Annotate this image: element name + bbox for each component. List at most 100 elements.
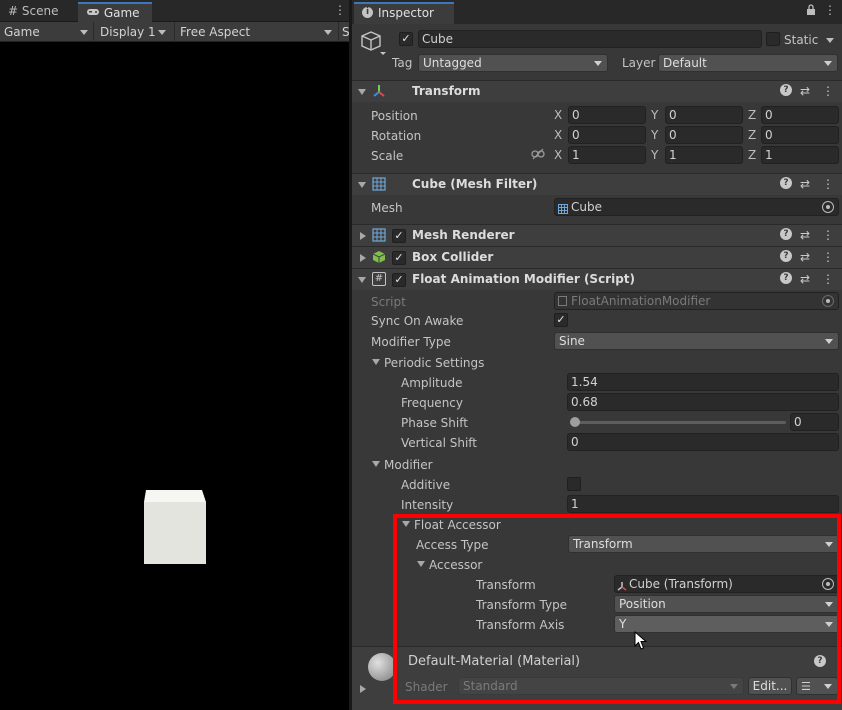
lock-icon[interactable] <box>806 4 816 19</box>
tag-dropdown[interactable]: Untagged <box>418 54 608 72</box>
foldout-arrow-icon[interactable] <box>358 277 366 283</box>
box-collider-header[interactable]: ✓ Box Collider ? ⇄ ⋮ <box>352 246 842 268</box>
position-y-field[interactable]: 0 <box>665 106 743 124</box>
mesh-renderer-title: Mesh Renderer <box>412 228 515 242</box>
phase-shift-slider-track[interactable] <box>570 417 786 427</box>
divider <box>93 22 94 42</box>
tab-scene[interactable]: # Scene <box>0 2 78 22</box>
transform-header[interactable]: Transform ? ⇄ ⋮ <box>352 80 842 102</box>
axis-x-label: X <box>554 148 563 162</box>
more-menu-icon[interactable]: ⋮ <box>822 272 834 286</box>
sync-on-awake-checkbox[interactable]: ✓ <box>554 313 568 327</box>
more-menu-icon[interactable]: ⋮ <box>334 3 346 17</box>
help-icon[interactable]: ? <box>780 84 792 96</box>
axis-x-label: X <box>554 108 563 122</box>
presets-icon[interactable]: ⇄ <box>800 177 810 191</box>
rotation-x-field[interactable]: 0 <box>568 126 646 144</box>
position-x-field[interactable]: 0 <box>568 106 646 124</box>
foldout-arrow-icon[interactable] <box>372 359 380 365</box>
axis-z-label: Z <box>748 128 757 142</box>
frequency-field[interactable]: 0.68 <box>567 393 839 411</box>
phase-shift-field[interactable]: 0 <box>790 413 839 431</box>
scale-y-field[interactable]: 1 <box>665 146 743 164</box>
game-mode-dropdown[interactable]: Game <box>4 24 90 40</box>
grid-icon: # <box>8 4 19 18</box>
modifier-type-dropdown[interactable]: Sine <box>554 332 839 350</box>
foldout-arrow-icon[interactable] <box>358 182 366 188</box>
chevron-down-icon <box>158 30 166 35</box>
static-checkbox[interactable] <box>766 32 780 46</box>
foldout-arrow-icon[interactable] <box>360 232 366 240</box>
presets-icon[interactable]: ⇄ <box>800 272 810 286</box>
help-icon[interactable]: ? <box>780 272 792 284</box>
object-name-field[interactable]: Cube <box>418 30 762 48</box>
layer-label: Layer <box>622 56 656 70</box>
more-menu-icon[interactable]: ⋮ <box>824 3 836 17</box>
rotation-y-field[interactable]: 0 <box>665 126 743 144</box>
mesh-renderer-header[interactable]: ✓ Mesh Renderer ? ⇄ ⋮ <box>352 224 842 246</box>
float-modifier-header[interactable]: # ✓ Float Animation Modifier (Script) ? … <box>352 268 842 290</box>
unlink-icon[interactable] <box>531 148 545 163</box>
help-icon[interactable]: ? <box>780 228 792 240</box>
more-menu-icon[interactable]: ⋮ <box>822 250 834 264</box>
layer-dropdown[interactable]: Default <box>658 54 838 72</box>
script-label: Script <box>371 295 406 309</box>
rotation-label: Rotation <box>371 129 422 143</box>
aspect-dropdown[interactable]: Free Aspect <box>180 24 336 40</box>
additive-checkbox[interactable] <box>567 477 581 491</box>
tab-game[interactable]: Game <box>78 2 152 22</box>
scale-z-field[interactable]: 1 <box>761 146 839 164</box>
phase-shift-slider-thumb[interactable] <box>570 417 580 427</box>
float-modifier-enabled-checkbox[interactable]: ✓ <box>392 273 406 287</box>
help-icon[interactable]: ? <box>780 177 792 189</box>
object-active-checkbox[interactable]: ✓ <box>399 32 413 46</box>
amplitude-label: Amplitude <box>401 376 463 390</box>
material-preview-icon <box>368 653 396 681</box>
more-menu-icon[interactable]: ⋮ <box>822 84 834 98</box>
vertical-shift-field[interactable]: 0 <box>567 433 839 451</box>
more-menu-icon[interactable]: ⋮ <box>822 177 834 191</box>
float-modifier-title: Float Animation Modifier (Script) <box>412 272 636 286</box>
foldout-arrow-icon[interactable] <box>360 685 366 693</box>
mesh-renderer-icon <box>372 228 386 245</box>
chevron-down-icon <box>324 30 332 35</box>
object-picker-icon <box>822 295 834 307</box>
object-picker-icon[interactable] <box>822 201 834 213</box>
inspector-tab-bar: i Inspector ⋮ <box>352 0 842 24</box>
mesh-renderer-enabled-checkbox[interactable]: ✓ <box>392 229 406 243</box>
divider <box>174 22 175 42</box>
axis-z-label: Z <box>748 108 757 122</box>
periodic-settings-label[interactable]: Periodic Settings <box>384 355 484 371</box>
gamepad-icon <box>86 6 104 20</box>
mesh-value: Cube <box>571 200 602 214</box>
foldout-arrow-icon[interactable] <box>372 461 380 467</box>
intensity-field[interactable]: 1 <box>567 495 839 513</box>
foldout-arrow-icon[interactable] <box>360 254 366 262</box>
scale-x-field[interactable]: 1 <box>568 146 646 164</box>
help-icon[interactable]: ? <box>780 250 792 262</box>
presets-icon[interactable]: ⇄ <box>800 228 810 242</box>
box-collider-title: Box Collider <box>412 250 494 264</box>
mesh-label: Mesh <box>371 201 403 215</box>
rotation-z-field[interactable]: 0 <box>761 126 839 144</box>
left-tab-bar: # Scene Game ⋮ <box>0 0 349 22</box>
mesh-object-field[interactable]: Cube <box>554 198 839 216</box>
component-header-icons: ? ⇄ ⋮ <box>780 84 834 100</box>
mesh-filter-header[interactable]: Cube (Mesh Filter) ? ⇄ ⋮ <box>352 173 842 195</box>
mesh-icon <box>558 202 568 215</box>
box-collider-enabled-checkbox[interactable]: ✓ <box>392 251 406 265</box>
more-menu-icon[interactable]: ⋮ <box>822 228 834 242</box>
presets-icon[interactable]: ⇄ <box>800 250 810 264</box>
presets-icon[interactable]: ⇄ <box>800 84 810 98</box>
amplitude-field[interactable]: 1.54 <box>567 373 839 391</box>
foldout-arrow-icon[interactable] <box>358 89 366 95</box>
tab-inspector[interactable]: i Inspector <box>354 2 454 24</box>
cube-object-icon[interactable] <box>360 30 386 59</box>
display-dropdown[interactable]: Display 1 <box>100 24 172 40</box>
script-object-field: FloatAnimationModifier <box>554 292 839 310</box>
modifier-label[interactable]: Modifier <box>384 457 433 473</box>
position-z-field[interactable]: 0 <box>761 106 839 124</box>
game-view[interactable]: # Scene Game ⋮ Game Display 1 Free Aspec… <box>0 0 350 710</box>
chevron-down-icon[interactable] <box>826 38 834 43</box>
axis-z-label: Z <box>748 148 757 162</box>
